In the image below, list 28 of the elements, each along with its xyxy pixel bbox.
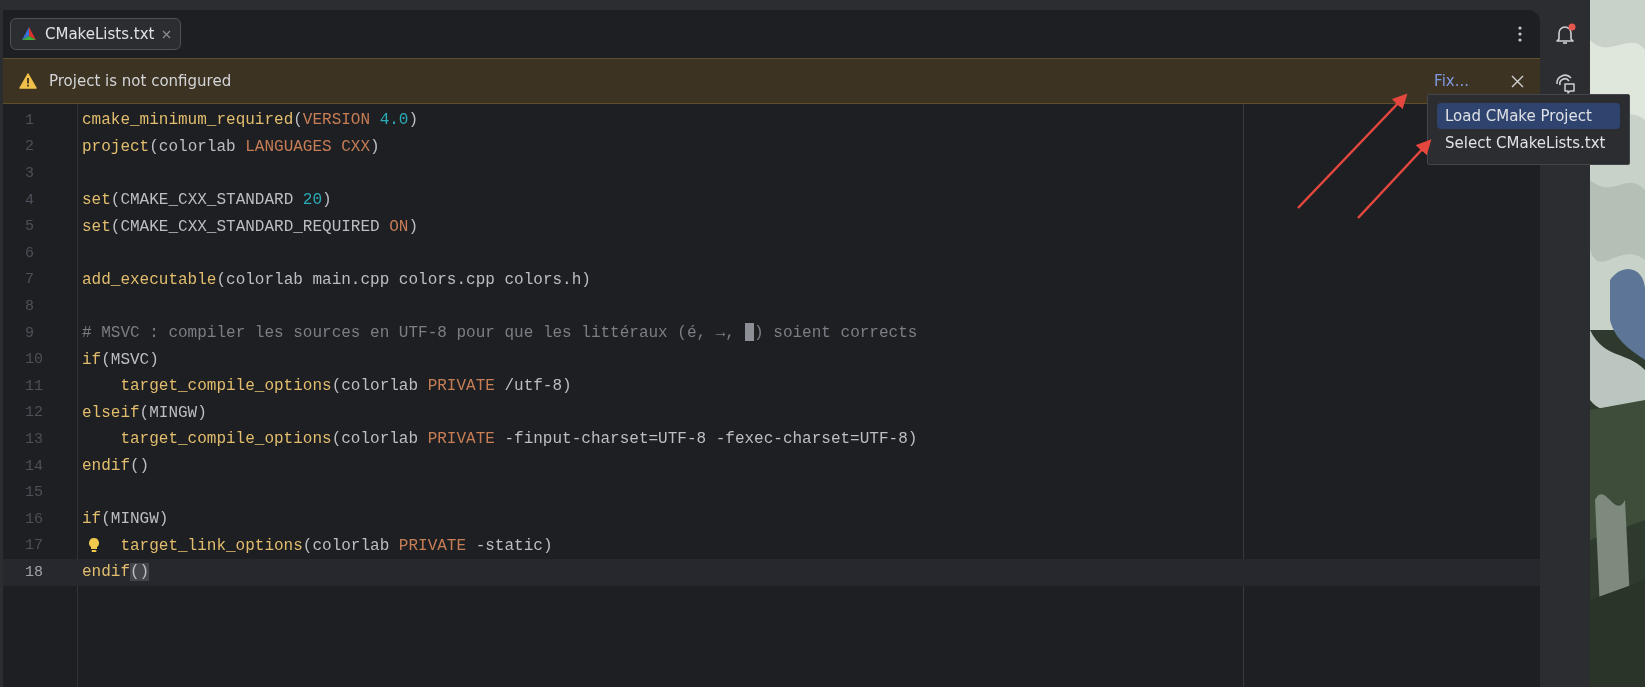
code-line: target_compile_options(colorlab PRIVATE -finput-charset=UTF-8 -fexec-charset=UTF-8) xyxy=(120,430,918,449)
code-line: set(CMAKE_CXX_STANDARD 20) xyxy=(82,191,332,210)
code-line: cmake_minimum_required(VERSION 4.0) xyxy=(82,111,419,130)
line-number: 18 xyxy=(24,563,44,581)
code-line: target_link_options(colorlab PRIVATE -static) xyxy=(120,536,553,555)
file-tab[interactable]: CMakeLists.txt xyxy=(10,18,182,50)
code-line: set(CMAKE_CXX_STANDARD_REQUIRED ON) xyxy=(82,217,419,236)
code-line: if(MINGW) xyxy=(82,510,169,529)
warning-icon xyxy=(19,73,37,89)
menu-item[interactable]: Select CMakeLists.txt xyxy=(1437,130,1620,156)
menu-item[interactable]: Load CMake Project xyxy=(1437,103,1620,129)
close-icon[interactable] xyxy=(162,29,172,39)
lightbulb-icon[interactable] xyxy=(88,536,100,553)
warning-message: Project is not configured xyxy=(49,72,233,90)
fix-link[interactable]: Fix... xyxy=(1434,72,1469,90)
more-icon[interactable] xyxy=(1518,26,1522,42)
code-comment: # MSVC : compiler les sources en UTF-8 pour que les littéraux (é, →, ) soient corrects xyxy=(82,323,918,343)
code-line: if(MSVC) xyxy=(82,350,159,369)
code-line: endif() xyxy=(82,563,150,582)
code-line: endif() xyxy=(82,457,150,475)
code-line: target_compile_options(colorlab PRIVATE /utf-8) xyxy=(120,377,572,396)
chat-bubble-icon[interactable] xyxy=(1553,71,1577,95)
triangle-logo-icon xyxy=(21,26,37,42)
code-line: project(colorlab LANGUAGES CXX) xyxy=(82,137,380,156)
bell-icon[interactable] xyxy=(1553,22,1577,46)
code-line: elseif(MINGW) xyxy=(82,403,207,422)
code-line: add_executable(colorlab main.cpp colors.cpp colors.h) xyxy=(82,270,591,289)
close-icon[interactable] xyxy=(1511,74,1524,88)
